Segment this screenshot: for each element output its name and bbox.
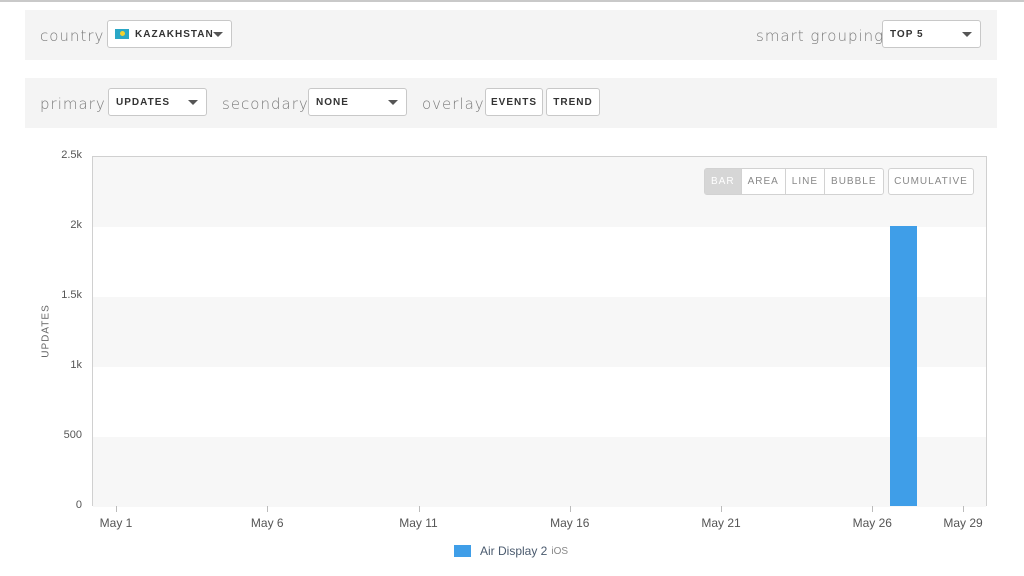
y-tick-label: 2.5k	[61, 149, 82, 161]
legend-series-name: Air Display 2	[480, 544, 548, 558]
legend-swatch	[454, 545, 471, 557]
chart-plot-area	[92, 156, 987, 507]
x-tick-mark	[721, 506, 722, 512]
y-tick-label: 2k	[70, 219, 82, 231]
primary-label: primary	[40, 95, 106, 113]
chart-type-bar-button[interactable]: BAR	[705, 169, 742, 194]
metric-filter-bar: primary UPDATES secondary NONE overlay E…	[25, 78, 997, 128]
x-tick-label: May 1	[99, 516, 133, 530]
events-button[interactable]: EVENTS	[485, 88, 543, 116]
secondary-value: NONE	[316, 96, 349, 108]
x-tick-label: May 6	[250, 516, 284, 530]
x-tick-mark	[569, 506, 571, 512]
x-tick-mark	[267, 506, 269, 512]
y-tick-label: 500	[63, 429, 82, 441]
smart-grouping-value: TOP 5	[890, 28, 924, 40]
y-tick-label: 1.5k	[61, 289, 82, 301]
x-tick-label: May 29	[943, 516, 983, 530]
y-axis-label: UPDATES	[40, 304, 52, 358]
y-tick-label: 1k	[70, 359, 82, 371]
x-tick-mark	[872, 506, 874, 512]
grid-band	[93, 437, 986, 507]
smart-grouping-select[interactable]: TOP 5	[882, 20, 981, 48]
trend-button[interactable]: TREND	[546, 88, 600, 116]
x-tick-mark	[963, 506, 964, 512]
secondary-label: secondary	[222, 95, 309, 113]
country-select[interactable]: KAZAKHSTAN	[107, 20, 232, 48]
chart-type-toggle: BAR AREA LINE BUBBLE	[704, 168, 884, 195]
grid-band	[93, 297, 986, 367]
primary-value: UPDATES	[116, 96, 171, 108]
overlay-label: overlay	[422, 95, 485, 113]
legend-platform: iOS	[551, 545, 569, 557]
chart-type-bubble-button[interactable]: BUBBLE	[825, 169, 882, 194]
top-border	[0, 0, 1024, 2]
chart-type-line-button[interactable]: LINE	[786, 169, 826, 194]
chevron-down-icon	[962, 32, 972, 37]
secondary-select[interactable]: NONE	[308, 88, 407, 116]
chevron-down-icon	[388, 100, 398, 105]
country-filter-bar: country KAZAKHSTAN smart grouping TOP 5	[25, 10, 997, 60]
y-tick-label: 0	[75, 499, 82, 511]
smart-grouping-label: smart grouping	[756, 27, 885, 45]
x-tick-label: May 26	[852, 516, 892, 530]
x-tick-label: May 11	[399, 516, 438, 530]
chart-legend[interactable]: Air Display 2 iOS	[454, 544, 568, 558]
kazakhstan-flag-icon	[115, 29, 129, 39]
x-tick-label: May 16	[550, 516, 590, 530]
cumulative-button[interactable]: CUMULATIVE	[888, 168, 974, 195]
chart-bar[interactable]	[889, 226, 917, 506]
x-tick-mark	[418, 506, 420, 512]
chart-type-area-button[interactable]: AREA	[742, 169, 786, 194]
country-label: country	[40, 27, 105, 45]
chevron-down-icon	[188, 100, 198, 105]
x-tick-mark	[116, 506, 117, 512]
primary-select[interactable]: UPDATES	[108, 88, 207, 116]
x-tick-label: May 21	[701, 516, 741, 530]
chevron-down-icon	[213, 32, 223, 37]
country-value: KAZAKHSTAN	[135, 28, 214, 40]
